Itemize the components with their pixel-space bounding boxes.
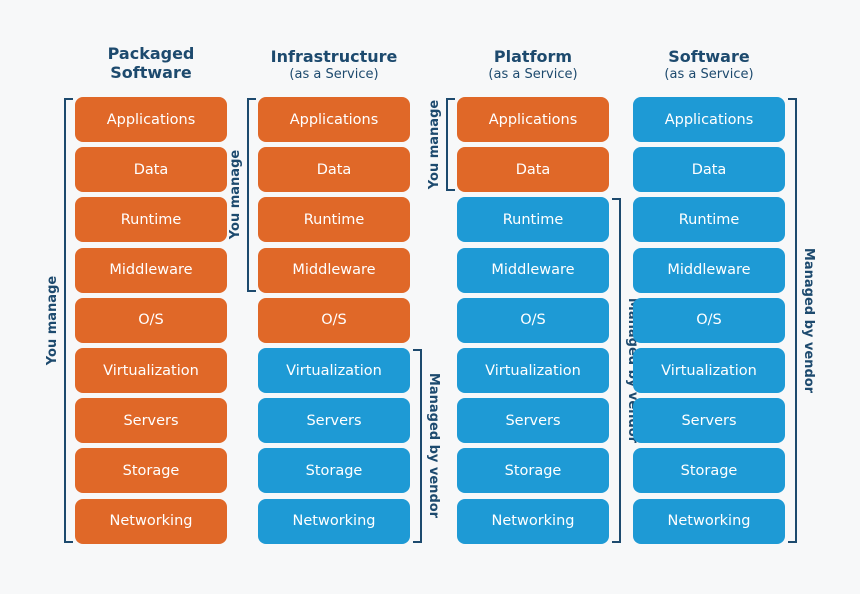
layer-tile-middleware: Middleware xyxy=(258,247,410,293)
column-header: Infrastructure (as a Service) xyxy=(238,47,430,82)
layer-tile-os: O/S xyxy=(75,297,227,343)
column-title: Infrastructure xyxy=(270,47,398,66)
layer-tile-networking: Networking xyxy=(457,498,609,544)
layer-tile-data: Data xyxy=(75,147,227,193)
layer-tile-os: O/S xyxy=(633,297,785,343)
column-subtitle: (as a Service) xyxy=(664,66,754,82)
bracket-managed-by-vendor xyxy=(612,198,621,543)
column-subtitle: (as a Service) xyxy=(488,66,578,82)
layer-tile-runtime: Runtime xyxy=(457,197,609,243)
bracket-label: You manage xyxy=(227,150,243,240)
layer-tile-data: Data xyxy=(457,147,609,193)
column-header: Packaged Software xyxy=(55,44,247,83)
bracket-managed-by-vendor xyxy=(413,349,422,543)
layer-tile-virtualization: Virtualization xyxy=(258,348,410,393)
layer-tile-virtualization: Virtualization xyxy=(457,348,609,393)
layer-tile-applications: Applications xyxy=(457,97,609,142)
column-subtitle: (as a Service) xyxy=(289,66,379,82)
bracket-you-manage xyxy=(446,98,455,192)
bracket-label: You manage xyxy=(426,99,442,190)
layer-tile-os: O/S xyxy=(457,297,609,343)
layer-tile-middleware: Middleware xyxy=(75,247,227,293)
column-header: Software (as a Service) xyxy=(613,47,805,82)
layer-tile-runtime: Runtime xyxy=(75,197,227,243)
layer-tile-virtualization: Virtualization xyxy=(75,348,227,393)
layer-tile-data: Data xyxy=(258,147,410,193)
layer-tile-applications: Applications xyxy=(258,97,410,142)
layer-tile-middleware: Middleware xyxy=(633,247,785,293)
layer-tile-servers: Servers xyxy=(75,398,227,444)
layer-tile-networking: Networking xyxy=(633,498,785,544)
bracket-managed-by-vendor xyxy=(788,98,797,543)
layer-tile-servers: Servers xyxy=(457,398,609,444)
layer-tile-os: O/S xyxy=(258,297,410,343)
layer-tile-runtime: Runtime xyxy=(633,197,785,243)
column-title: Software xyxy=(668,47,750,66)
layer-tile-data: Data xyxy=(633,147,785,193)
bracket-you-manage xyxy=(247,98,256,292)
layer-tile-servers: Servers xyxy=(258,398,410,444)
layer-tile-storage: Storage xyxy=(457,448,609,494)
layer-tile-networking: Networking xyxy=(75,498,227,544)
bracket-you-manage xyxy=(64,98,73,543)
bracket-label: You manage xyxy=(44,275,60,365)
layer-tile-middleware: Middleware xyxy=(457,247,609,293)
layer-tile-applications: Applications xyxy=(75,97,227,142)
layer-tile-applications: Applications xyxy=(633,97,785,142)
layer-tile-runtime: Runtime xyxy=(258,197,410,243)
layer-tile-networking: Networking xyxy=(258,498,410,544)
layer-tile-servers: Servers xyxy=(633,398,785,444)
layer-tile-storage: Storage xyxy=(633,448,785,494)
bracket-label: Managed by vendor xyxy=(425,373,441,519)
column-header: Platform (as a Service) xyxy=(437,47,629,82)
layer-tile-storage: Storage xyxy=(75,448,227,494)
layer-tile-virtualization: Virtualization xyxy=(633,348,785,393)
column-title: Platform xyxy=(493,47,573,66)
bracket-label: Managed by vendor xyxy=(800,247,816,393)
column-subtitle: Software xyxy=(110,62,192,82)
layer-tile-storage: Storage xyxy=(258,448,410,494)
column-title: Packaged xyxy=(107,44,195,63)
